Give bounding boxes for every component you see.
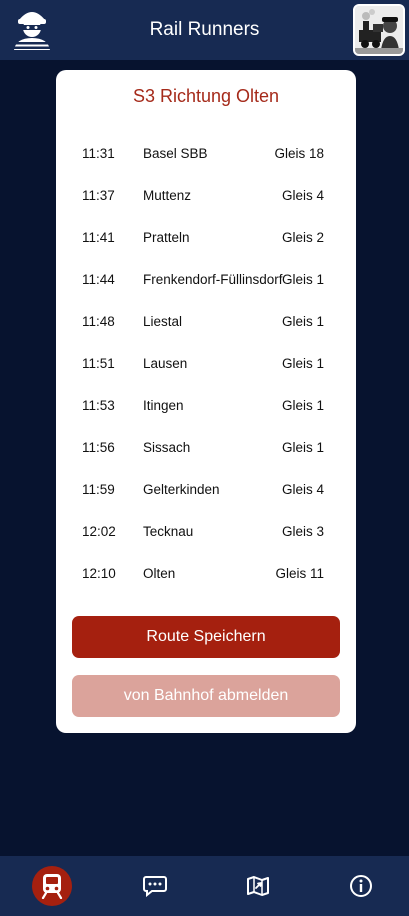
stop-station: Basel SBB	[143, 146, 208, 161]
stop-row[interactable]: 12:10 Olten Gleis 11	[56, 553, 356, 595]
stop-row[interactable]: 11:59 Gelterkinden Gleis 4	[56, 469, 356, 511]
stop-time: 11:59	[82, 482, 115, 497]
stop-track: Gleis 11	[275, 566, 324, 581]
train-engineer-avatar-icon[interactable]	[353, 4, 405, 56]
app-title: Rail Runners	[149, 19, 260, 40]
save-route-button[interactable]: Route Speichern	[72, 616, 340, 658]
stop-station: Lausen	[143, 356, 188, 371]
robber-avatar-icon[interactable]	[10, 6, 54, 52]
route-card: S3 Richtung Olten 11:31 Basel SBB Gleis …	[56, 70, 356, 733]
stop-time: 11:56	[82, 440, 115, 455]
stop-track: Gleis 1	[281, 314, 324, 329]
stop-time: 11:51	[82, 356, 115, 371]
nav-train[interactable]	[32, 866, 72, 906]
route-title: S3 Richtung Olten	[132, 86, 280, 106]
stop-time: 11:31	[82, 146, 115, 161]
stop-track: Gleis 18	[274, 146, 324, 161]
info-icon	[350, 875, 372, 897]
nav-map[interactable]	[238, 866, 278, 906]
stop-track: Gleis 1	[281, 440, 324, 455]
nav-chat[interactable]	[135, 866, 175, 906]
bottom-nav	[0, 856, 409, 916]
stop-row[interactable]: 12:02 Tecknau Gleis 3	[56, 511, 356, 553]
station-logout-button[interactable]: von Bahnhof abmelden	[72, 675, 340, 717]
train-icon	[41, 874, 63, 899]
stop-station: Gelterkinden	[143, 482, 220, 497]
chat-icon	[143, 876, 167, 897]
nav-info[interactable]	[341, 866, 381, 906]
stop-track: Gleis 1	[281, 398, 324, 413]
stop-station: Pratteln	[143, 230, 190, 245]
stop-row[interactable]: 11:48 Liestal Gleis 1	[56, 301, 356, 343]
stop-row[interactable]: 11:56 Sissach Gleis 1	[56, 427, 356, 469]
app-root: Rail Runners S3 Richtung Olten 11:31 Bas…	[0, 0, 409, 916]
stop-row[interactable]: 11:51 Lausen Gleis 1	[56, 343, 356, 385]
stop-track: Gleis 2	[281, 230, 324, 245]
stop-station: Sissach	[143, 440, 191, 455]
stop-station: Olten	[143, 566, 176, 581]
stop-time: 11:41	[82, 230, 115, 245]
stop-row[interactable]: 11:44 Frenkendorf-Füllinsdorf Gleis 1	[56, 259, 356, 301]
stop-time: 11:44	[82, 272, 115, 287]
stop-station: Tecknau	[143, 524, 194, 539]
stop-row[interactable]: 11:37 Muttenz Gleis 4	[56, 175, 356, 217]
stop-track: Gleis 1	[281, 356, 324, 371]
stop-time: 12:02	[82, 524, 116, 539]
stop-time: 11:53	[82, 398, 115, 413]
stop-station: Frenkendorf-Füllinsdorf	[143, 272, 283, 287]
stop-time: 11:37	[82, 188, 115, 203]
stop-station: Itingen	[143, 398, 184, 413]
map-icon	[247, 876, 269, 896]
stop-track: Gleis 4	[281, 188, 324, 203]
stop-time: 12:10	[82, 566, 116, 581]
stop-row[interactable]: 11:41 Pratteln Gleis 2	[56, 217, 356, 259]
stop-row[interactable]: 11:53 Itingen Gleis 1	[56, 385, 356, 427]
stop-row[interactable]: 11:31 Basel SBB Gleis 18	[56, 133, 356, 175]
stop-station: Liestal	[143, 314, 183, 329]
header-bar: Rail Runners	[0, 0, 409, 60]
stop-list: 11:31 Basel SBB Gleis 18 11:37 Muttenz G…	[56, 133, 356, 595]
stop-track: Gleis 3	[281, 524, 324, 539]
stop-track: Gleis 4	[281, 482, 324, 497]
stop-station: Muttenz	[143, 188, 192, 203]
stop-time: 11:48	[82, 314, 115, 329]
stop-track: Gleis 1	[281, 272, 324, 287]
